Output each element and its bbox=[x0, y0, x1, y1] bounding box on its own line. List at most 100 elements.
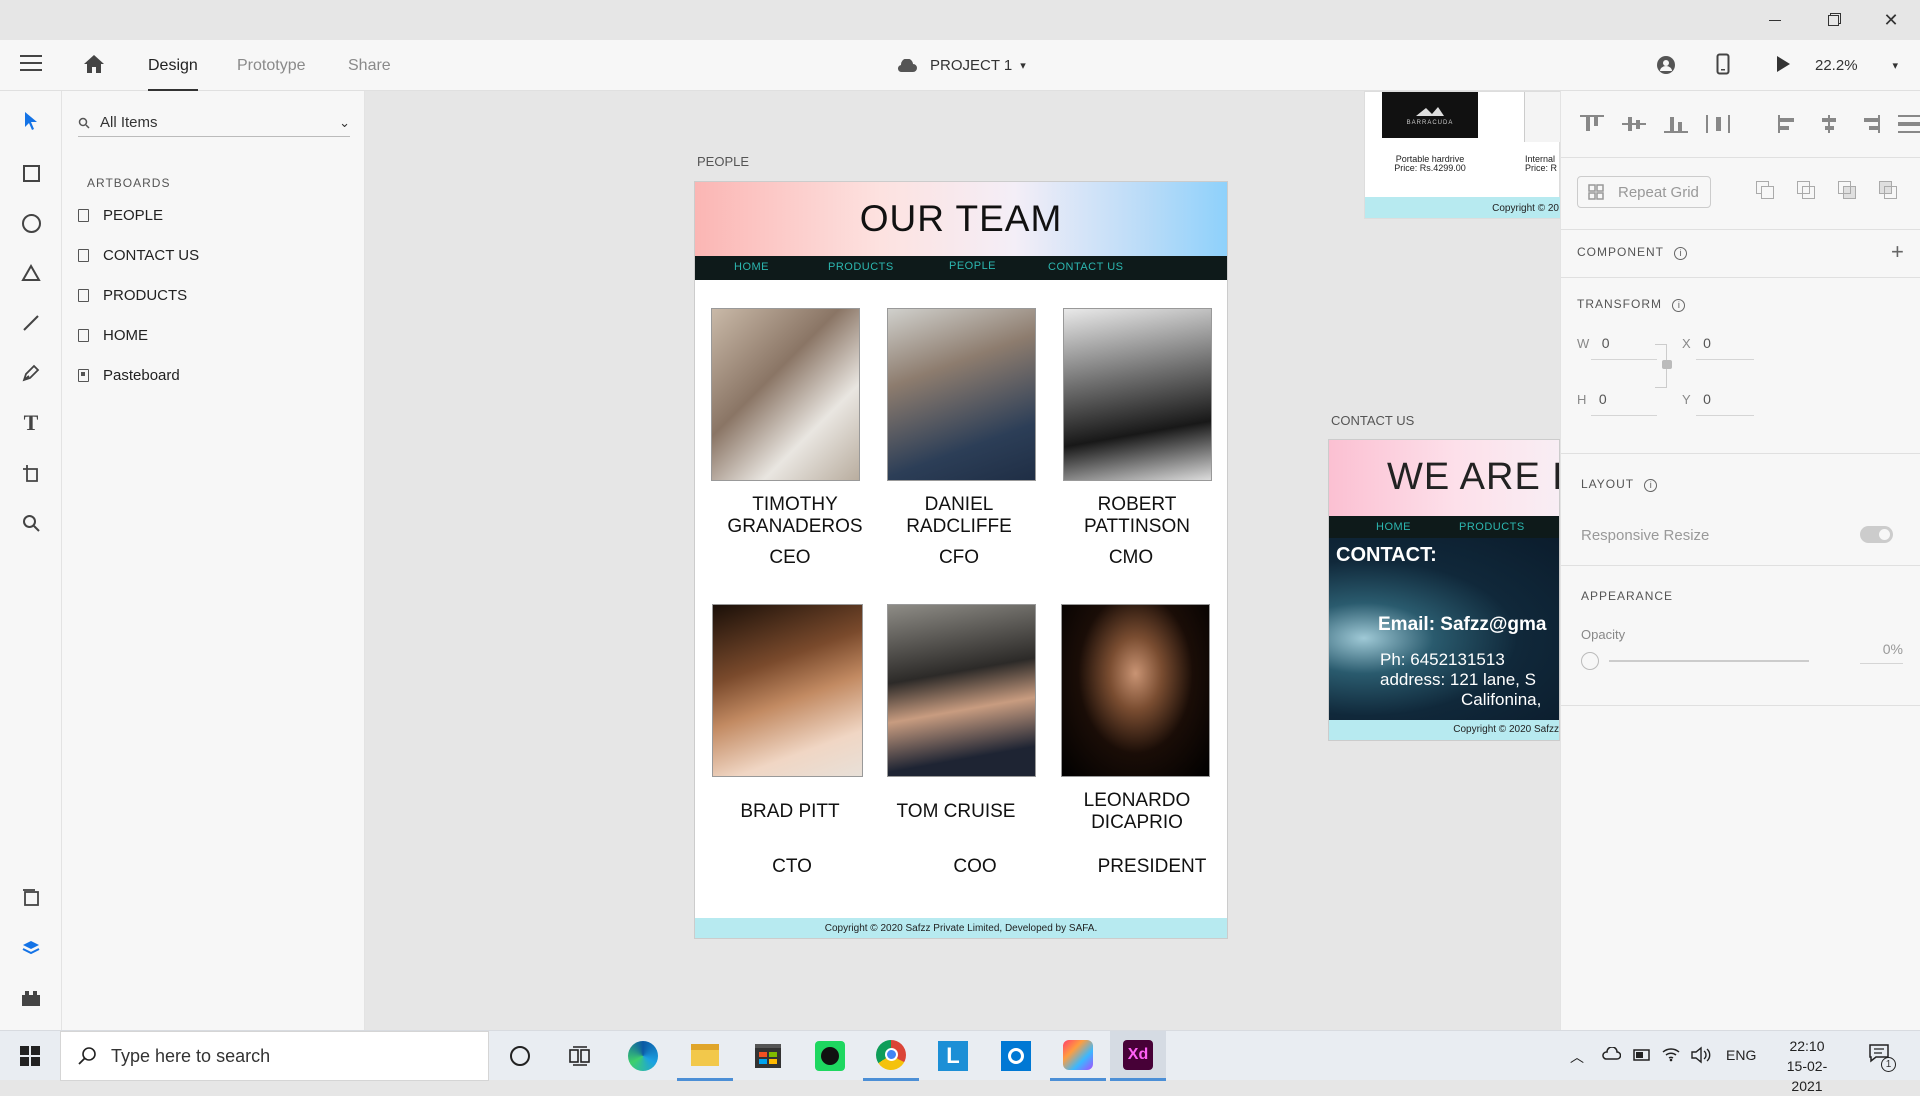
nav-link-products[interactable]: PRODUCTS bbox=[1459, 521, 1525, 533]
align-top-icon[interactable] bbox=[1580, 115, 1604, 133]
layer-item-home[interactable]: HOME bbox=[78, 323, 148, 347]
layer-item-contact-us[interactable]: CONTACT US bbox=[78, 243, 199, 267]
align-left-icon[interactable] bbox=[1778, 115, 1800, 133]
align-toolbar bbox=[1580, 115, 1920, 133]
member-role: CEO bbox=[769, 547, 811, 568]
adobe-xd-icon[interactable]: Xd bbox=[1110, 1031, 1166, 1081]
line-tool-icon[interactable] bbox=[0, 303, 62, 343]
assets-icon[interactable] bbox=[0, 878, 62, 918]
contact-artboard[interactable]: WE ARE H HOME PRODUCTS CONTACT: Email: S… bbox=[1328, 439, 1560, 741]
people-footer: Copyright © 2020 Safzz Private Limited, … bbox=[695, 918, 1227, 938]
creative-cloud-icon[interactable] bbox=[1050, 1031, 1106, 1081]
design-canvas[interactable]: BARRACUDA Portable hardrive Price: Rs.42… bbox=[366, 91, 1560, 1030]
distribute-horizontal-icon[interactable] bbox=[1706, 115, 1730, 133]
tab-share[interactable]: Share bbox=[348, 40, 391, 91]
restore-button[interactable] bbox=[1804, 0, 1862, 40]
products-artboard[interactable]: BARRACUDA Portable hardrive Price: Rs.42… bbox=[1364, 91, 1560, 219]
language-indicator[interactable]: ENG bbox=[1726, 1047, 1756, 1063]
spotify-icon[interactable] bbox=[802, 1031, 858, 1081]
microsoft-store-icon[interactable] bbox=[740, 1031, 796, 1081]
nav-link-home[interactable]: HOME bbox=[734, 261, 769, 273]
layer-item-people[interactable]: PEOPLE bbox=[78, 203, 163, 227]
notifications-icon[interactable]: 1 bbox=[1868, 1043, 1896, 1072]
add-boolean-icon[interactable] bbox=[1756, 181, 1775, 200]
l-app-icon[interactable]: L bbox=[925, 1031, 981, 1081]
info-icon[interactable]: i bbox=[1644, 479, 1658, 492]
cortana-icon[interactable] bbox=[492, 1031, 548, 1081]
info-icon[interactable]: i bbox=[1674, 247, 1688, 260]
volume-icon[interactable] bbox=[1690, 1046, 1712, 1069]
y-field[interactable]: Y 0 bbox=[1682, 391, 1754, 416]
home-icon[interactable] bbox=[82, 53, 106, 80]
tab-prototype[interactable]: Prototype bbox=[237, 40, 305, 91]
tab-design[interactable]: Design bbox=[148, 40, 198, 91]
nav-link-people[interactable]: PEOPLE bbox=[949, 260, 996, 272]
opacity-slider[interactable] bbox=[1581, 651, 1809, 671]
onedrive-icon[interactable] bbox=[1601, 1046, 1622, 1066]
opacity-value[interactable]: 0% bbox=[1860, 641, 1903, 664]
edge-icon[interactable] bbox=[615, 1031, 671, 1081]
distribute-vertical-icon[interactable] bbox=[1898, 115, 1920, 133]
filter-value: All Items bbox=[100, 114, 158, 131]
zoom-selector[interactable]: 22.2% ▾ bbox=[1815, 40, 1898, 91]
chrome-icon[interactable] bbox=[863, 1031, 919, 1081]
layer-item-pasteboard[interactable]: Pasteboard bbox=[78, 363, 180, 387]
ellipse-tool-icon[interactable] bbox=[0, 203, 62, 243]
select-tool-icon[interactable] bbox=[0, 101, 62, 141]
close-button[interactable]: ✕ bbox=[1862, 0, 1920, 40]
task-view-icon[interactable] bbox=[552, 1031, 608, 1081]
lock-icon[interactable] bbox=[1662, 360, 1672, 369]
field-label: H bbox=[1577, 392, 1587, 407]
hamburger-menu-icon[interactable] bbox=[20, 55, 42, 71]
width-field[interactable]: W 0 bbox=[1577, 335, 1657, 360]
people-artboard[interactable]: OUR TEAM HOME PRODUCTS PEOPLE CONTACT US… bbox=[694, 181, 1228, 939]
height-field[interactable]: H 0 bbox=[1577, 391, 1657, 416]
nav-link-home[interactable]: HOME bbox=[1376, 521, 1411, 533]
plugins-icon[interactable] bbox=[0, 978, 62, 1018]
wifi-icon[interactable] bbox=[1661, 1046, 1681, 1067]
project-selector[interactable]: PROJECT 1 ▾ bbox=[896, 40, 1026, 91]
circle-app-icon[interactable] bbox=[988, 1031, 1044, 1081]
tool-rail: T bbox=[0, 91, 62, 1030]
share-user-icon[interactable] bbox=[1655, 54, 1677, 81]
polygon-tool-icon[interactable] bbox=[0, 253, 62, 293]
minimize-button[interactable] bbox=[1746, 0, 1804, 40]
zoom-level: 22.2% bbox=[1815, 57, 1858, 74]
battery-icon[interactable] bbox=[1632, 1048, 1652, 1067]
tray-overflow-icon[interactable]: ︿ bbox=[1570, 1047, 1584, 1067]
file-explorer-icon[interactable] bbox=[677, 1031, 733, 1081]
taskbar-search-box[interactable]: Type here to search bbox=[60, 1031, 489, 1081]
artboard-tool-icon[interactable] bbox=[0, 453, 62, 493]
x-field[interactable]: X 0 bbox=[1682, 335, 1754, 360]
nav-link-products[interactable]: PRODUCTS bbox=[828, 261, 894, 273]
text-tool-icon[interactable]: T bbox=[0, 403, 62, 443]
intersect-boolean-icon[interactable] bbox=[1838, 181, 1857, 200]
exclude-boolean-icon[interactable] bbox=[1879, 181, 1898, 200]
info-icon[interactable]: i bbox=[1672, 299, 1686, 312]
contact-artboard-label[interactable]: CONTACT US bbox=[1331, 413, 1414, 428]
play-preview-icon[interactable] bbox=[1775, 55, 1791, 78]
product-price: Price: R bbox=[1525, 163, 1558, 173]
nav-link-contact-us[interactable]: CONTACT US bbox=[1048, 261, 1124, 273]
align-center-icon[interactable] bbox=[1818, 115, 1840, 133]
windows-start-icon[interactable] bbox=[2, 1031, 58, 1081]
product-price: Price: Rs.4299.00 bbox=[1394, 163, 1466, 173]
rectangle-tool-icon[interactable] bbox=[0, 153, 62, 193]
device-preview-icon[interactable] bbox=[1716, 53, 1730, 80]
people-artboard-label[interactable]: PEOPLE bbox=[697, 154, 749, 169]
zoom-tool-icon[interactable] bbox=[0, 503, 62, 543]
align-right-icon[interactable] bbox=[1858, 115, 1880, 133]
layer-item-products[interactable]: PRODUCTS bbox=[78, 283, 187, 307]
responsive-resize-toggle[interactable] bbox=[1860, 526, 1893, 543]
member-photo bbox=[887, 308, 1036, 481]
clock[interactable]: 22:10 15-02-2021 bbox=[1772, 1036, 1842, 1096]
align-middle-icon[interactable] bbox=[1622, 115, 1646, 133]
contact-nav-bar: HOME PRODUCTS bbox=[1329, 516, 1559, 538]
pen-tool-icon[interactable] bbox=[0, 353, 62, 393]
subtract-boolean-icon[interactable] bbox=[1797, 181, 1816, 200]
repeat-grid-button[interactable]: Repeat Grid bbox=[1577, 176, 1711, 208]
layers-icon[interactable] bbox=[0, 928, 62, 968]
add-component-icon[interactable]: + bbox=[1891, 239, 1904, 265]
align-bottom-icon[interactable] bbox=[1664, 115, 1688, 133]
layers-filter[interactable]: All Items ⌄ bbox=[78, 109, 350, 137]
